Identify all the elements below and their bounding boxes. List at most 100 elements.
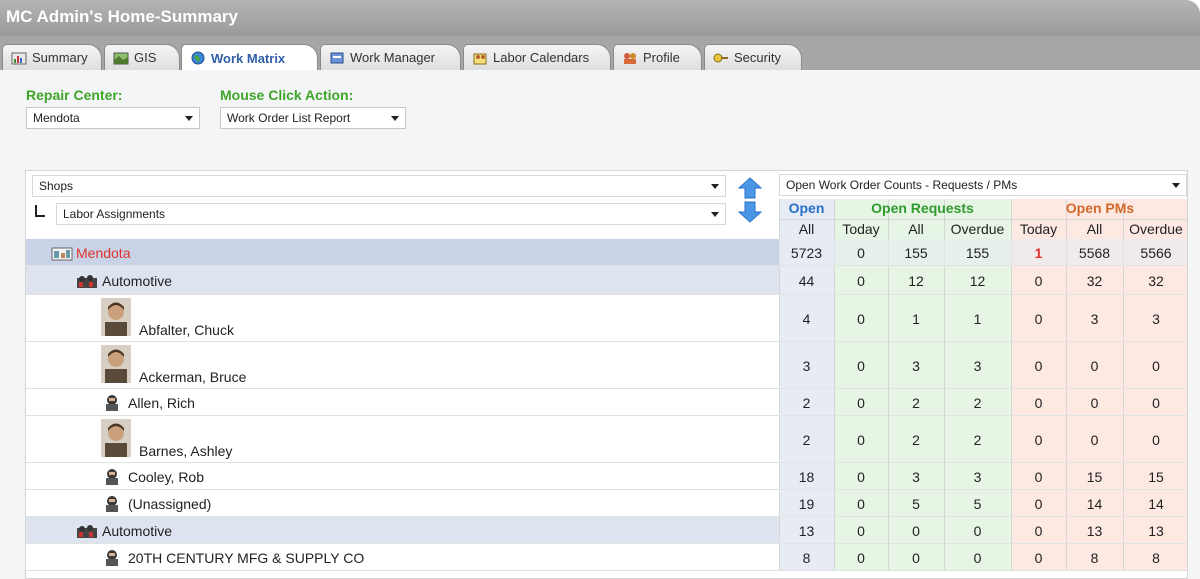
count-cell[interactable]: 12 [888,273,944,289]
count-cell[interactable]: 3 [944,469,1011,485]
row-name[interactable]: Abfalter, Chuck [139,322,234,338]
count-cell[interactable]: 0 [1066,358,1123,374]
count-cell[interactable]: 1 [944,311,1011,327]
count-cell[interactable]: 0 [1123,395,1187,411]
count-cell[interactable]: 3 [1066,311,1123,327]
count-cell[interactable]: 0 [944,550,1011,566]
count-cell[interactable]: 0 [1011,469,1066,485]
count-cell[interactable]: 0 [834,496,888,512]
tab-work-manager[interactable]: Work Manager [320,44,461,70]
count-cell[interactable]: 0 [1066,395,1123,411]
count-cell[interactable]: 5568 [1066,245,1123,261]
row-name[interactable]: Automotive [102,523,172,539]
count-cell[interactable]: 18 [779,469,834,485]
count-cell[interactable]: 2 [888,395,944,411]
count-cell[interactable]: 2 [944,432,1011,448]
count-cell[interactable]: 1 [1011,245,1066,261]
count-cell[interactable]: 5723 [779,245,834,261]
count-cell[interactable]: 5 [888,496,944,512]
count-cell[interactable]: 2 [944,395,1011,411]
mouse-click-action-select[interactable]: Work Order List Report [220,107,406,129]
count-cell[interactable]: 13 [779,523,834,539]
count-cell[interactable]: 0 [834,311,888,327]
tab-summary[interactable]: Summary [2,44,102,70]
count-cell[interactable]: 0 [834,432,888,448]
repair-center-select[interactable]: Mendota [26,107,200,129]
count-cell[interactable]: 32 [1066,273,1123,289]
count-cell[interactable]: 0 [834,469,888,485]
tab-profile[interactable]: Profile [613,44,702,70]
row-name[interactable]: 20TH CENTURY MFG & SUPPLY CO [128,550,364,566]
counts-mode-select[interactable]: Open Work Order Counts - Requests / PMs [779,174,1187,196]
tree-level2-select[interactable]: Labor Assignments [56,203,726,225]
count-cell[interactable]: 3 [944,358,1011,374]
count-cell[interactable]: 0 [1011,273,1066,289]
move-up-arrow-icon[interactable] [738,177,762,199]
count-cell[interactable]: 5 [944,496,1011,512]
count-cell[interactable]: 2 [779,395,834,411]
count-cell[interactable]: 0 [834,273,888,289]
count-cell[interactable]: 8 [1066,550,1123,566]
count-cell[interactable]: 0 [834,550,888,566]
count-cell[interactable]: 32 [1123,273,1187,289]
tab-gis[interactable]: GIS [104,44,180,70]
count-cell[interactable]: 0 [834,523,888,539]
count-cell[interactable]: 3 [779,358,834,374]
person-icon [103,495,121,516]
row-name[interactable]: Automotive [102,273,172,289]
tab-work-matrix[interactable]: Work Matrix [181,44,318,71]
tab-strip: Summary GIS Work Matrix Work Manager Labor C… [0,36,1200,71]
move-down-arrow-icon[interactable] [738,201,762,223]
count-cell[interactable]: 0 [834,395,888,411]
count-cell[interactable]: 4 [779,311,834,327]
count-cell[interactable]: 0 [1011,432,1066,448]
count-cell[interactable]: 8 [779,550,834,566]
count-cell[interactable]: 3 [888,358,944,374]
count-cell[interactable]: 0 [834,358,888,374]
count-cell[interactable]: 0 [1011,311,1066,327]
count-cell[interactable]: 8 [1123,550,1187,566]
count-cell[interactable]: 0 [1011,550,1066,566]
row-name[interactable]: (Unassigned) [128,496,211,512]
count-cell[interactable]: 2 [888,432,944,448]
count-cell[interactable]: 155 [888,245,944,261]
tree-labor-row[interactable] [26,571,1187,578]
count-cell[interactable]: 2 [779,432,834,448]
count-cell[interactable]: 14 [1066,496,1123,512]
count-cell[interactable]: 0 [1011,395,1066,411]
tab-labor-calendars[interactable]: Labor Calendars [463,44,611,70]
row-name[interactable]: Ackerman, Bruce [139,369,246,385]
count-cell[interactable]: 44 [779,273,834,289]
count-cell[interactable]: 0 [1066,432,1123,448]
count-cell[interactable]: 1 [888,311,944,327]
row-name[interactable]: Allen, Rich [128,395,195,411]
row-name[interactable]: Barnes, Ashley [139,443,232,459]
count-cell[interactable]: 5566 [1123,245,1187,261]
site-icon [51,245,73,264]
count-cell[interactable]: 155 [944,245,1011,261]
row-name[interactable]: Cooley, Rob [128,469,204,485]
count-cell[interactable]: 0 [834,245,888,261]
count-cell[interactable]: 0 [888,523,944,539]
count-cell[interactable]: 0 [1123,358,1187,374]
count-cell[interactable]: 3 [1123,311,1187,327]
count-cell[interactable]: 12 [944,273,1011,289]
map-icon [113,51,129,65]
count-cell[interactable]: 19 [779,496,834,512]
count-cell[interactable]: 0 [944,523,1011,539]
count-cell[interactable]: 15 [1066,469,1123,485]
tree-level1-select[interactable]: Shops [32,175,726,197]
tree-root-row[interactable] [26,239,779,266]
count-cell[interactable]: 0 [1123,432,1187,448]
count-cell[interactable]: 15 [1123,469,1187,485]
count-cell[interactable]: 14 [1123,496,1187,512]
count-cell[interactable]: 0 [1011,523,1066,539]
row-name[interactable]: Mendota [76,245,130,261]
count-cell[interactable]: 0 [888,550,944,566]
count-cell[interactable]: 13 [1123,523,1187,539]
count-cell[interactable]: 3 [888,469,944,485]
count-cell[interactable]: 0 [1011,358,1066,374]
count-cell[interactable]: 13 [1066,523,1123,539]
count-cell[interactable]: 0 [1011,496,1066,512]
tab-security[interactable]: Security [704,44,802,70]
